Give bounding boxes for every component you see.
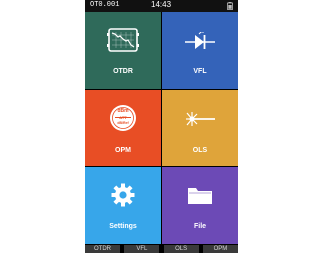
bottom-tab-bar: OTDR VFL OLS OPM bbox=[85, 244, 238, 253]
bottom-tab-opm[interactable]: OPM bbox=[202, 245, 238, 253]
tile-otdr-label: OTDR bbox=[113, 68, 133, 75]
tile-settings[interactable]: Settings bbox=[85, 167, 161, 244]
bottom-tab-vfl[interactable]: VFL bbox=[124, 245, 160, 253]
tile-file-label: File bbox=[193, 223, 207, 230]
tile-ols-label: OLS bbox=[192, 147, 208, 154]
tile-settings-label: Settings bbox=[109, 223, 137, 230]
light-source-icon bbox=[183, 110, 217, 133]
opm-icon-ref: dB/Ref bbox=[117, 121, 129, 125]
status-bar: OT0.001 14:43 bbox=[85, 0, 238, 12]
bottom-tab-otdr[interactable]: OTDR bbox=[85, 245, 120, 253]
tile-file[interactable]: File bbox=[162, 167, 238, 244]
tile-ols[interactable]: OLS bbox=[162, 90, 238, 166]
tile-opm[interactable]: dBm ATT dB/Ref OPM bbox=[85, 90, 161, 166]
folder-icon bbox=[187, 186, 213, 211]
opm-icon-att: ATT bbox=[119, 115, 127, 120]
tile-otdr[interactable]: OTDR bbox=[85, 12, 161, 89]
bottom-tab-ols[interactable]: OLS bbox=[163, 245, 199, 253]
file-name: OT0.001 bbox=[90, 1, 120, 9]
device-screen: OT0.001 14:43 OTDR VFL dBm ATT dB/Ref OP… bbox=[85, 0, 238, 253]
otdr-trace-icon bbox=[106, 27, 140, 58]
opm-icon-unit: dBm bbox=[117, 108, 129, 114]
gear-icon bbox=[111, 183, 135, 212]
tile-vfl-label: VFL bbox=[193, 68, 207, 75]
clock: 14:43 bbox=[151, 0, 172, 9]
laser-diode-icon bbox=[183, 29, 217, 57]
tile-vfl[interactable]: VFL bbox=[162, 12, 238, 89]
tile-opm-label: OPM bbox=[115, 147, 131, 154]
battery-icon bbox=[227, 2, 233, 10]
